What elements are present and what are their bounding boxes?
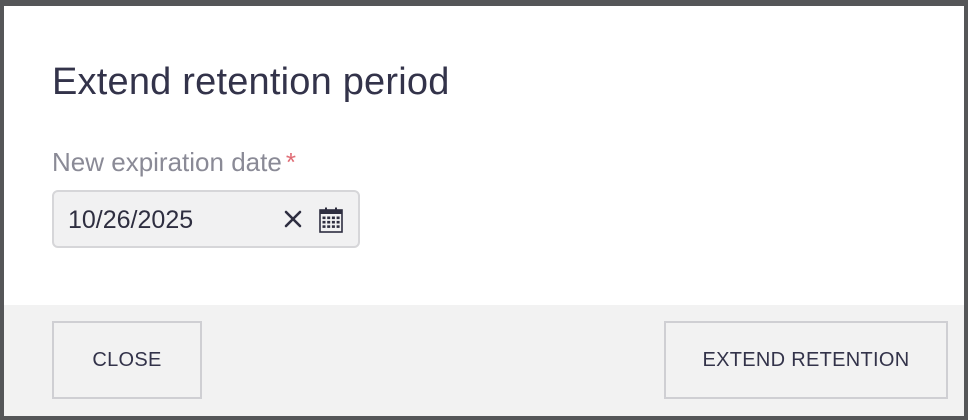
expiration-date-value[interactable]: 10/26/2025 xyxy=(68,205,193,235)
expiration-date-input[interactable]: 10/26/2025 xyxy=(52,190,360,248)
expiration-date-label-text: New expiration date xyxy=(52,147,282,177)
expiration-date-label: New expiration date * xyxy=(52,146,296,178)
close-button[interactable]: CLOSE xyxy=(52,321,202,399)
required-marker: * xyxy=(285,147,296,177)
dialog-title: Extend retention period xyxy=(52,61,450,103)
calendar-icon[interactable] xyxy=(318,207,344,233)
dialog-footer: CLOSE EXTEND RETENTION xyxy=(4,305,964,416)
clear-date-icon[interactable] xyxy=(282,208,304,230)
extend-retention-button[interactable]: EXTEND RETENTION xyxy=(664,321,948,399)
extend-retention-dialog: Extend retention period New expiration d… xyxy=(4,6,964,416)
